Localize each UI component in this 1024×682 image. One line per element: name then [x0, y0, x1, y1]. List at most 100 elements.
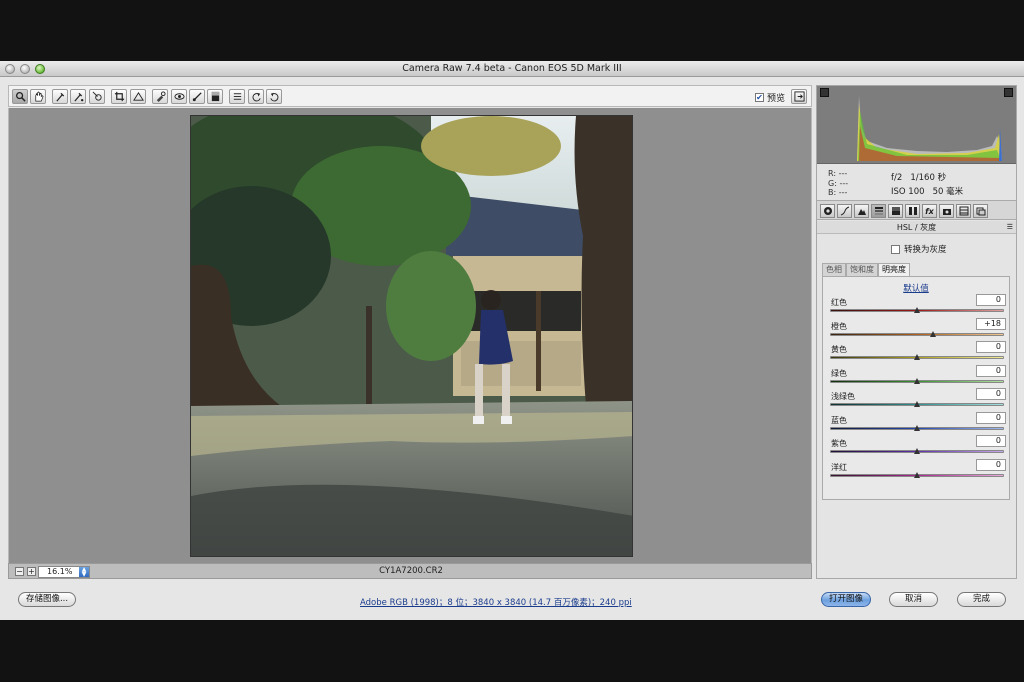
straighten-tool-button[interactable] [130, 89, 146, 104]
red-eye-tool-button[interactable] [171, 89, 187, 104]
slider-label: 黄色 [831, 345, 847, 354]
crop-icon [114, 91, 124, 102]
preferences-button[interactable] [229, 89, 245, 104]
slider-label: 浅绿色 [831, 392, 855, 401]
target-adjust-tool-button[interactable] [89, 89, 105, 104]
tab-hsl[interactable] [871, 204, 886, 218]
image-preview-area[interactable] [8, 108, 812, 563]
color-sampler-icon [73, 92, 83, 102]
tab-luminance[interactable]: 明亮度 [878, 263, 910, 276]
fullscreen-icon [793, 91, 805, 102]
adjustment-brush-icon [192, 92, 202, 102]
rotate-right-button[interactable] [266, 89, 282, 104]
split-toning-icon [891, 207, 900, 215]
slider-thumb[interactable] [914, 307, 920, 313]
status-bar: − + 16.1% ▲ ▼ CY1A7200.CR2 [8, 563, 812, 579]
spot-removal-tool-button[interactable] [152, 89, 168, 104]
slider-label: 蓝色 [831, 415, 847, 425]
slider-value-field[interactable]: +18 [976, 317, 1006, 330]
file-name: CY1A7200.CR2 [379, 566, 443, 576]
r-value: --- [838, 169, 848, 178]
slider-value-field[interactable]: 0 [976, 411, 1006, 424]
minimize-window-button[interactable] [20, 64, 30, 74]
preview-checkbox[interactable]: ✔ [754, 93, 764, 102]
photo-image [191, 116, 632, 556]
slider-row: 洋红 0 [823, 458, 1009, 485]
zoom-window-button[interactable] [35, 64, 45, 74]
save-image-button[interactable]: 存储图像... [18, 592, 76, 607]
slider-value-field[interactable]: 0 [976, 388, 1006, 400]
preview-toggle[interactable]: ✔ 预览 [754, 91, 785, 104]
window-title: Camera Raw 7.4 beta - Canon EOS 5D Mark … [402, 63, 622, 74]
lens-corrections-icon [908, 207, 917, 215]
tab-detail[interactable] [854, 204, 869, 218]
tab-camera-calibration[interactable] [939, 204, 954, 218]
zoom-tool-button[interactable] [12, 89, 28, 104]
adjustment-brush-tool-button[interactable] [189, 89, 205, 104]
slider-thumb[interactable] [914, 448, 920, 454]
snapshots-icon [976, 207, 985, 216]
crop-tool-button[interactable] [111, 89, 127, 104]
tool-bar: ✔ 预览 [8, 85, 812, 107]
raw-photo-preview[interactable] [190, 115, 633, 557]
fx-icon: fx [925, 206, 934, 216]
tab-presets[interactable] [956, 204, 971, 218]
tab-tone-curve[interactable] [837, 204, 852, 218]
camera-icon [942, 209, 951, 215]
slider-thumb[interactable] [914, 401, 920, 407]
white-balance-icon [55, 92, 64, 102]
hand-icon [34, 91, 44, 102]
preferences-icon [233, 93, 241, 100]
cancel-button[interactable]: 取消 [889, 592, 938, 607]
graduated-filter-icon [211, 91, 219, 102]
open-image-button[interactable]: 打开图像 [821, 592, 871, 607]
tab-lens-corrections[interactable] [905, 204, 920, 218]
fullscreen-toggle-button[interactable] [791, 89, 807, 104]
aperture: f/2 [891, 173, 903, 183]
slider-track[interactable] [830, 332, 1004, 336]
tab-basic[interactable] [820, 204, 835, 218]
luminance-sliders: 默认值 红色 0 橙色 +18 黄色 0 绿色 0 浅绿色 0 蓝色 0 紫色 0 洋红 0 [822, 276, 1010, 500]
slider-thumb[interactable] [914, 424, 920, 431]
convert-grayscale-toggle[interactable]: 转换为灰度 [891, 243, 947, 255]
tab-hue[interactable]: 色相 [822, 263, 846, 276]
panel-title: HSL / 灰度 ☰ [817, 221, 1016, 234]
workflow-options-link[interactable]: Adobe RGB (1998)；8 位；3840 x 3840 (14.7 百… [360, 596, 632, 608]
white-balance-tool-button[interactable] [52, 89, 68, 104]
preview-label: 预览 [766, 94, 785, 104]
grayscale-checkbox[interactable] [891, 244, 900, 254]
spot-removal-icon [156, 91, 166, 102]
slider-value-field[interactable]: 0 [976, 435, 1006, 447]
tab-saturation[interactable]: 饱和度 [846, 263, 878, 276]
camera-info: R: --- G: --- B: --- f/2 1/160 秒 ISO 100… [817, 164, 1016, 200]
aperture-icon [823, 207, 832, 215]
close-window-button[interactable] [5, 64, 15, 74]
slider-thumb[interactable] [914, 377, 920, 384]
done-button[interactable]: 完成 [957, 592, 1006, 607]
red-eye-icon [173, 93, 185, 100]
rotate-right-icon [269, 92, 278, 102]
slider-thumb[interactable] [929, 330, 936, 337]
graduated-filter-tool-button[interactable] [207, 89, 223, 104]
tab-effects[interactable]: fx [922, 204, 937, 218]
slider-value-field[interactable]: 0 [976, 364, 1006, 377]
hand-tool-button[interactable] [30, 89, 46, 104]
slider-value-field[interactable]: 0 [976, 294, 1006, 306]
iso: ISO 100 [891, 187, 925, 197]
panel-menu-icon[interactable]: ☰ [1007, 221, 1013, 234]
slider-value-field[interactable]: 0 [976, 341, 1006, 353]
tab-split-toning[interactable] [888, 204, 903, 218]
rotate-left-button[interactable] [248, 89, 264, 104]
b-value: --- [838, 188, 848, 197]
slider-value-field[interactable]: 0 [976, 458, 1006, 471]
color-sampler-tool-button[interactable] [70, 89, 86, 104]
slider-thumb[interactable] [914, 354, 920, 360]
exposure-info: f/2 1/160 秒 ISO 100 50 毫米 [891, 171, 963, 199]
default-link[interactable]: 默认值 [823, 282, 1009, 294]
title-bar: Camera Raw 7.4 beta - Canon EOS 5D Mark … [0, 61, 1024, 77]
target-adjust-icon [92, 91, 102, 101]
tab-snapshots[interactable] [973, 204, 988, 218]
straighten-icon [132, 91, 144, 101]
slider-thumb[interactable] [914, 471, 920, 478]
tone-curve-icon [840, 206, 849, 216]
